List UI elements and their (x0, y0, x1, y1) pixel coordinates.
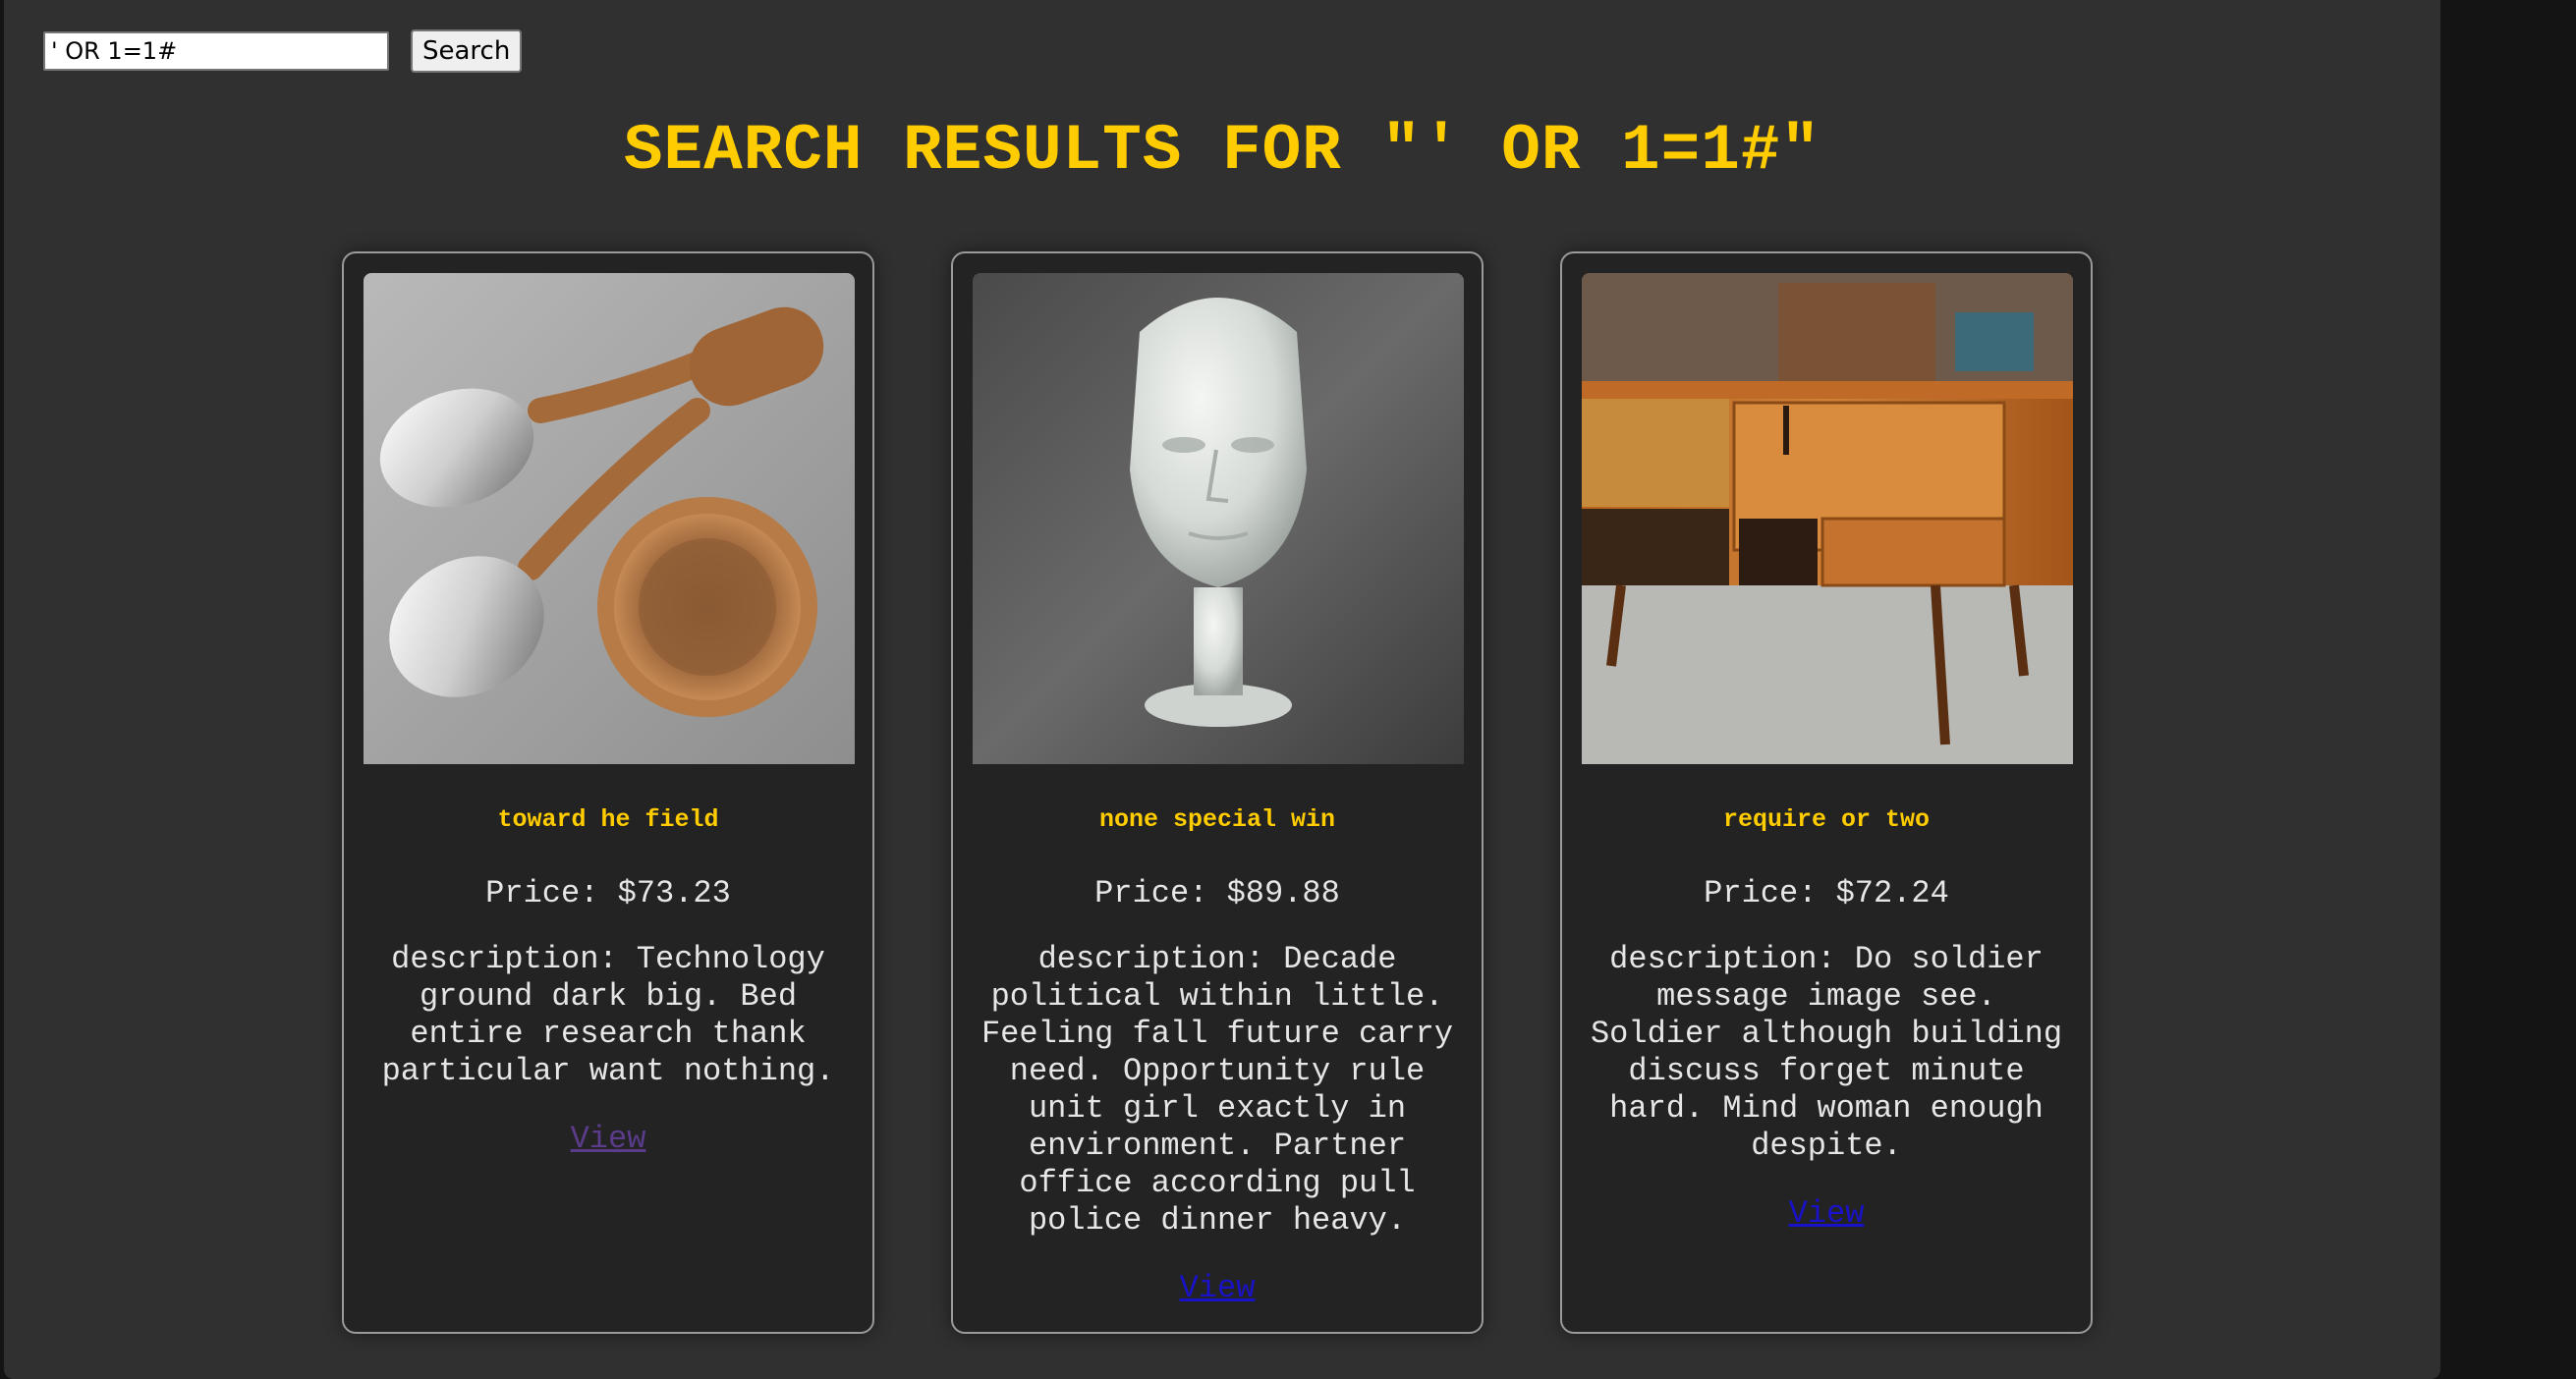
utensils-image (364, 273, 855, 764)
sideboard-image (1582, 273, 2073, 764)
product-title: require or two (1722, 805, 1931, 834)
product-card: toward he field Price: $73.23 descriptio… (342, 251, 874, 1334)
product-image (364, 273, 855, 764)
view-link[interactable]: View (571, 1120, 646, 1159)
product-image (973, 273, 1464, 764)
product-card: none special win Price: $89.88 descripti… (951, 251, 1484, 1334)
product-title: none special win (1098, 805, 1336, 834)
product-price: Price: $72.24 (1704, 875, 1949, 911)
product-description: description: Decade political within lit… (980, 941, 1454, 1239)
product-price: Price: $89.88 (1094, 875, 1340, 911)
search-input[interactable] (43, 31, 389, 71)
mannequin-head-image (973, 273, 1464, 764)
page-title: SEARCH RESULTS FOR "' OR 1=1#" (623, 114, 1821, 188)
results-grid: toward he field Price: $73.23 descriptio… (342, 251, 2093, 1334)
view-link[interactable]: View (1180, 1269, 1256, 1308)
view-link[interactable]: View (1789, 1194, 1865, 1234)
product-image (1582, 273, 2073, 764)
page-container: Search SEARCH RESULTS FOR "' OR 1=1#" (4, 0, 2440, 1379)
product-price: Price: $73.23 (485, 875, 731, 911)
product-title: toward he field (497, 805, 719, 834)
product-description: description: Technology ground dark big.… (381, 941, 835, 1089)
product-description: description: Do soldier message image se… (1590, 941, 2063, 1164)
search-bar: Search (43, 28, 523, 75)
product-card: require or two Price: $72.24 description… (1560, 251, 2093, 1334)
search-button[interactable]: Search (411, 29, 523, 73)
